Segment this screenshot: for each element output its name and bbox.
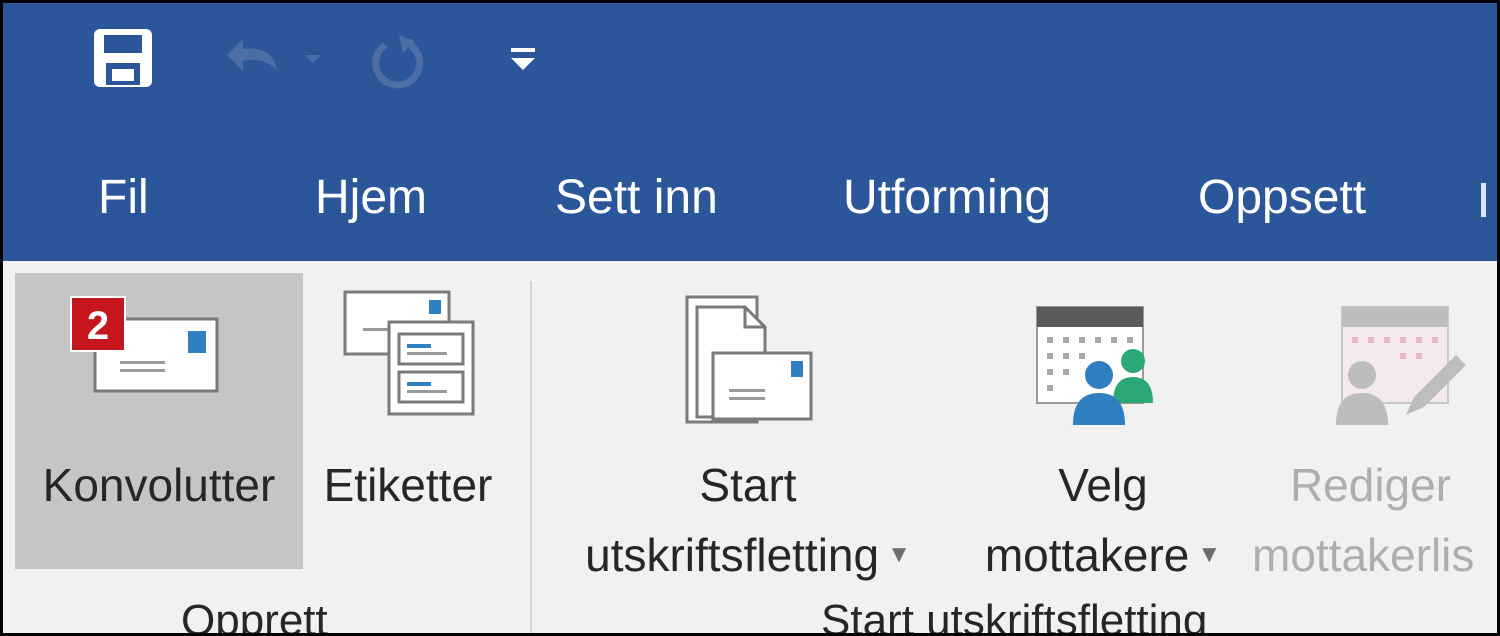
ribbon: 2 Konvolutter Etiketter Start utskriftsf…: [3, 261, 1497, 633]
chevron-down-icon: ▼: [1197, 540, 1222, 568]
redo-icon[interactable]: [363, 25, 433, 95]
edit-recipient-list-label-line1: Rediger: [1289, 459, 1452, 511]
start-mail-merge-label-line1: Start: [699, 459, 797, 511]
customize-quick-access-icon[interactable]: [503, 38, 543, 83]
start-mail-merge-button[interactable]: Start utskriftsfletting ▼: [553, 273, 943, 581]
select-recipients-icon: [1033, 303, 1163, 428]
title-bar: Fil Hjem Sett inn Utforming Oppsett: [3, 3, 1497, 261]
undo-icon[interactable]: [213, 25, 333, 95]
tab-fil[interactable]: Fil: [98, 153, 149, 243]
chevron-down-icon: ▼: [887, 540, 911, 568]
edit-recipient-list-button[interactable]: Rediger mottakerlis: [1248, 273, 1497, 581]
group-label-start-mail-merge: Start utskriftsfletting: [821, 596, 1208, 633]
envelopes-label: Konvolutter: [42, 459, 276, 511]
tab-sett-inn[interactable]: Sett inn: [555, 153, 718, 243]
select-recipients-label-line2: mottakere ▼: [984, 529, 1222, 581]
group-separator: [530, 281, 532, 633]
select-recipients-button[interactable]: Velg mottakere ▼: [953, 273, 1253, 581]
tab-utforming[interactable]: Utforming: [843, 153, 1051, 243]
tab-oppsett[interactable]: Oppsett: [1198, 153, 1366, 243]
tab-next-partial[interactable]: [1481, 183, 1486, 217]
save-icon[interactable]: [88, 23, 158, 93]
labels-label: Etiketter: [323, 459, 493, 511]
labels-icon: [343, 288, 478, 418]
edit-recipient-list-label-line2: mottakerlis: [1252, 529, 1475, 581]
keytip-badge: 2: [70, 296, 126, 352]
envelopes-button[interactable]: 2 Konvolutter: [15, 273, 303, 569]
start-mail-merge-icon: [683, 293, 818, 428]
group-label-opprett: Opprett: [181, 596, 328, 633]
ribbon-tabs: Fil Hjem Sett inn Utforming Oppsett: [3, 153, 1497, 243]
labels-button[interactable]: Etiketter: [308, 273, 508, 569]
tab-hjem[interactable]: Hjem: [315, 153, 427, 243]
word-window: Fil Hjem Sett inn Utforming Oppsett 2 Ko…: [3, 3, 1497, 633]
select-recipients-label-line1: Velg: [1058, 459, 1148, 511]
start-mail-merge-label-line2: utskriftsfletting ▼: [585, 529, 911, 581]
edit-recipient-list-icon: [1328, 303, 1473, 428]
